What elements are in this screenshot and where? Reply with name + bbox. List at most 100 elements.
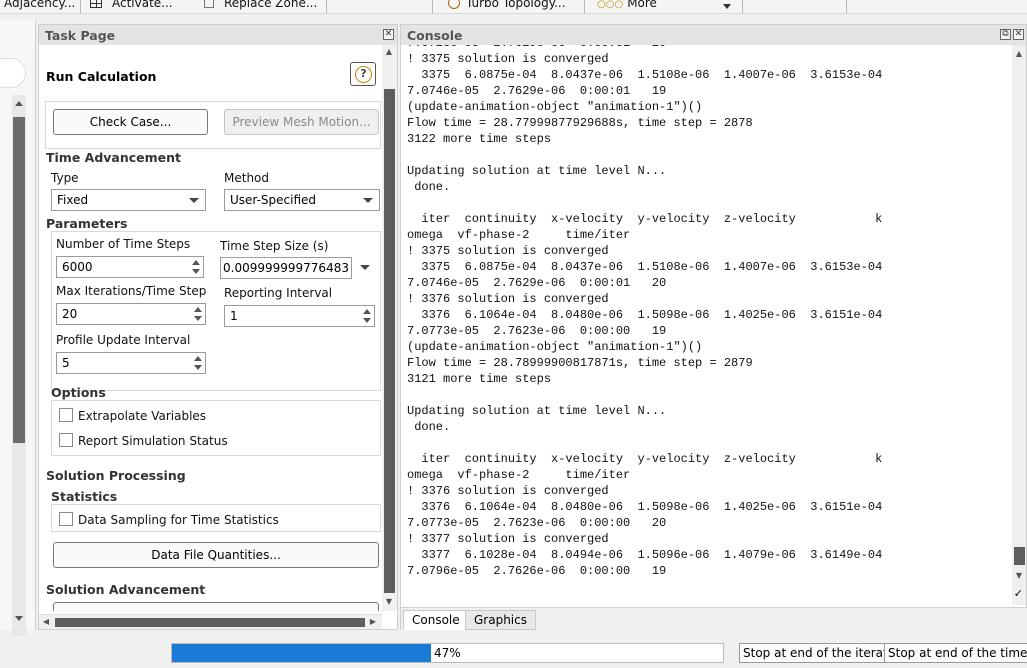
check-case-button[interactable]: Check Case...	[53, 109, 208, 135]
profile-update-interval-value: 5	[62, 356, 70, 370]
console-vscroll-thumb[interactable]	[1014, 547, 1025, 565]
profile-update-interval-input[interactable]: 5	[56, 352, 206, 374]
time-step-size-input[interactable]: 0.009999999776483	[220, 257, 352, 279]
turbo-topology-icon	[448, 0, 460, 9]
replace-zone-icon	[204, 0, 214, 8]
spin-up-icon[interactable]	[194, 307, 202, 312]
chevron-down-icon[interactable]	[723, 4, 731, 9]
reporting-interval-value: 1	[230, 309, 238, 323]
ribbon-more-label: More	[627, 0, 657, 10]
close-icon[interactable]: ✕	[1013, 29, 1024, 40]
max-iterations-input[interactable]: 20	[56, 303, 206, 325]
scroll-down-arrow-icon[interactable]: ▼	[1013, 571, 1025, 580]
ribbon-turbo-topology-button[interactable]: Turbo Topology...	[448, 0, 566, 10]
dots-icon: ○○○	[597, 0, 624, 10]
ribbon-separator	[80, 0, 81, 13]
task-page-hscroll-thumb[interactable]	[55, 618, 365, 627]
spin-down-icon[interactable]	[194, 316, 202, 321]
console-header-title: Console	[407, 28, 463, 43]
extrapolate-variables-checkbox[interactable]	[59, 408, 73, 422]
progress-bar: 47%	[171, 643, 724, 663]
spin-up-icon[interactable]	[194, 356, 202, 361]
scroll-up-arrow-icon[interactable]: ▲	[1013, 49, 1025, 58]
outline-scrollbar-thumb[interactable]	[13, 117, 25, 443]
chevron-down-icon	[363, 198, 373, 203]
help-button[interactable]: ?	[350, 62, 376, 86]
calculate-button[interactable]	[53, 602, 379, 611]
ribbon-activate-button[interactable]: Activate...	[90, 0, 173, 10]
ribbon-replace-zone-button[interactable]: Replace Zone...	[204, 0, 317, 10]
tab-console[interactable]: Console	[403, 610, 469, 630]
task-page-header-title: Task Page	[45, 28, 116, 43]
num-time-steps-value: 6000	[62, 260, 93, 274]
ribbon-separator	[742, 0, 743, 13]
method-select-value: User-Specified	[230, 193, 317, 207]
stop-end-timestep-button[interactable]: Stop at end of the time step	[884, 643, 1027, 663]
max-iterations-label: Max Iterations/Time Step	[56, 284, 207, 298]
task-page-panel: Task Page ✕ Run Calculation ? Check Case…	[38, 24, 398, 630]
progress-percent-text: 47%	[434, 646, 461, 660]
method-select[interactable]: User-Specified	[224, 189, 380, 211]
scroll-down-arrow-icon[interactable]	[12, 612, 26, 626]
grid-icon	[90, 0, 102, 8]
spin-down-icon[interactable]	[194, 365, 202, 370]
time-step-size-value: 0.009999999776483	[223, 261, 349, 275]
ribbon-turbo-topology-label: Turbo Topology...	[466, 0, 566, 10]
task-page-header: Task Page	[39, 25, 397, 45]
check-icon: ✓	[1013, 587, 1023, 600]
ribbon-separator	[432, 0, 433, 13]
outline-view-strip	[0, 20, 36, 645]
time-advancement-heading: Time Advancement	[46, 150, 182, 165]
scroll-left-arrow-icon[interactable]: ◀	[40, 617, 52, 626]
statistics-heading: Statistics	[51, 489, 118, 504]
data-sampling-checkbox[interactable]	[59, 512, 73, 526]
console-output-text: 7.0728e-05 2.7629e-06 0:00:01 20 ! 3375 …	[407, 45, 883, 578]
chevron-down-icon[interactable]	[360, 265, 370, 270]
method-label: Method	[224, 171, 270, 185]
reporting-interval-input[interactable]: 1	[224, 305, 375, 327]
options-heading: Options	[51, 385, 106, 400]
data-sampling-label: Data Sampling for Time Statistics	[78, 513, 279, 527]
ribbon-more-button[interactable]: ○○○ More	[597, 0, 657, 10]
tab-graphics[interactable]: Graphics	[465, 610, 536, 630]
outline-collapsed-tab[interactable]	[0, 58, 26, 88]
parameters-heading: Parameters	[46, 216, 128, 231]
ribbon-separator	[584, 0, 585, 13]
maximize-icon[interactable]: ⧉	[1000, 29, 1011, 40]
extrapolate-variables-label: Extrapolate Variables	[78, 409, 207, 423]
spin-down-icon[interactable]	[363, 318, 371, 323]
scroll-down-arrow-icon[interactable]: ▼	[383, 597, 395, 606]
scroll-up-arrow-icon[interactable]	[12, 97, 26, 111]
progress-bar-fill	[172, 644, 431, 662]
num-time-steps-input[interactable]: 6000	[56, 256, 204, 278]
chevron-down-icon	[189, 198, 199, 203]
spin-up-icon[interactable]	[192, 260, 200, 265]
type-select[interactable]: Fixed	[51, 189, 206, 211]
data-file-quantities-button[interactable]: Data File Quantities...	[53, 542, 379, 568]
max-iterations-value: 20	[62, 307, 78, 321]
console-output[interactable]: 7.0728e-05 2.7629e-06 0:00:01 20 ! 3375 …	[401, 45, 1013, 601]
status-bar: 47% Stop at end of the iteration Stop at…	[0, 636, 1027, 668]
type-label: Type	[51, 171, 79, 185]
ribbon-adjacency-button[interactable]: Adjacency...	[4, 0, 75, 10]
preview-mesh-motion-button[interactable]: Preview Mesh Motion...	[224, 109, 379, 135]
report-simulation-status-label: Report Simulation Status	[78, 434, 228, 448]
ribbon-separator	[846, 0, 847, 13]
task-page-hscroll[interactable]: ◀ ▶	[39, 614, 382, 629]
close-icon[interactable]: ✕	[383, 29, 394, 40]
solution-advancement-heading: Solution Advancement	[46, 582, 206, 597]
ribbon-separator	[326, 0, 327, 13]
report-simulation-status-checkbox[interactable]	[59, 433, 73, 447]
help-icon: ?	[355, 66, 372, 83]
spin-up-icon[interactable]	[363, 309, 371, 314]
run-calculation-title: Run Calculation	[46, 69, 157, 84]
task-page-vscroll[interactable]: ▲ ▼	[382, 45, 397, 611]
console-vscroll[interactable]: ▲ ▼	[1012, 45, 1026, 605]
task-page-vscroll-thumb[interactable]	[384, 89, 395, 593]
spin-down-icon[interactable]	[192, 269, 200, 274]
reporting-interval-label: Reporting Interval	[224, 286, 333, 300]
scroll-up-arrow-icon[interactable]: ▲	[383, 47, 395, 56]
ribbon-activate-label: Activate...	[112, 0, 173, 10]
scroll-right-arrow-icon[interactable]: ▶	[367, 617, 379, 626]
console-panel: Console ⧉ ✕ 7.0728e-05 2.7629e-06 0:00:0…	[400, 24, 1027, 631]
